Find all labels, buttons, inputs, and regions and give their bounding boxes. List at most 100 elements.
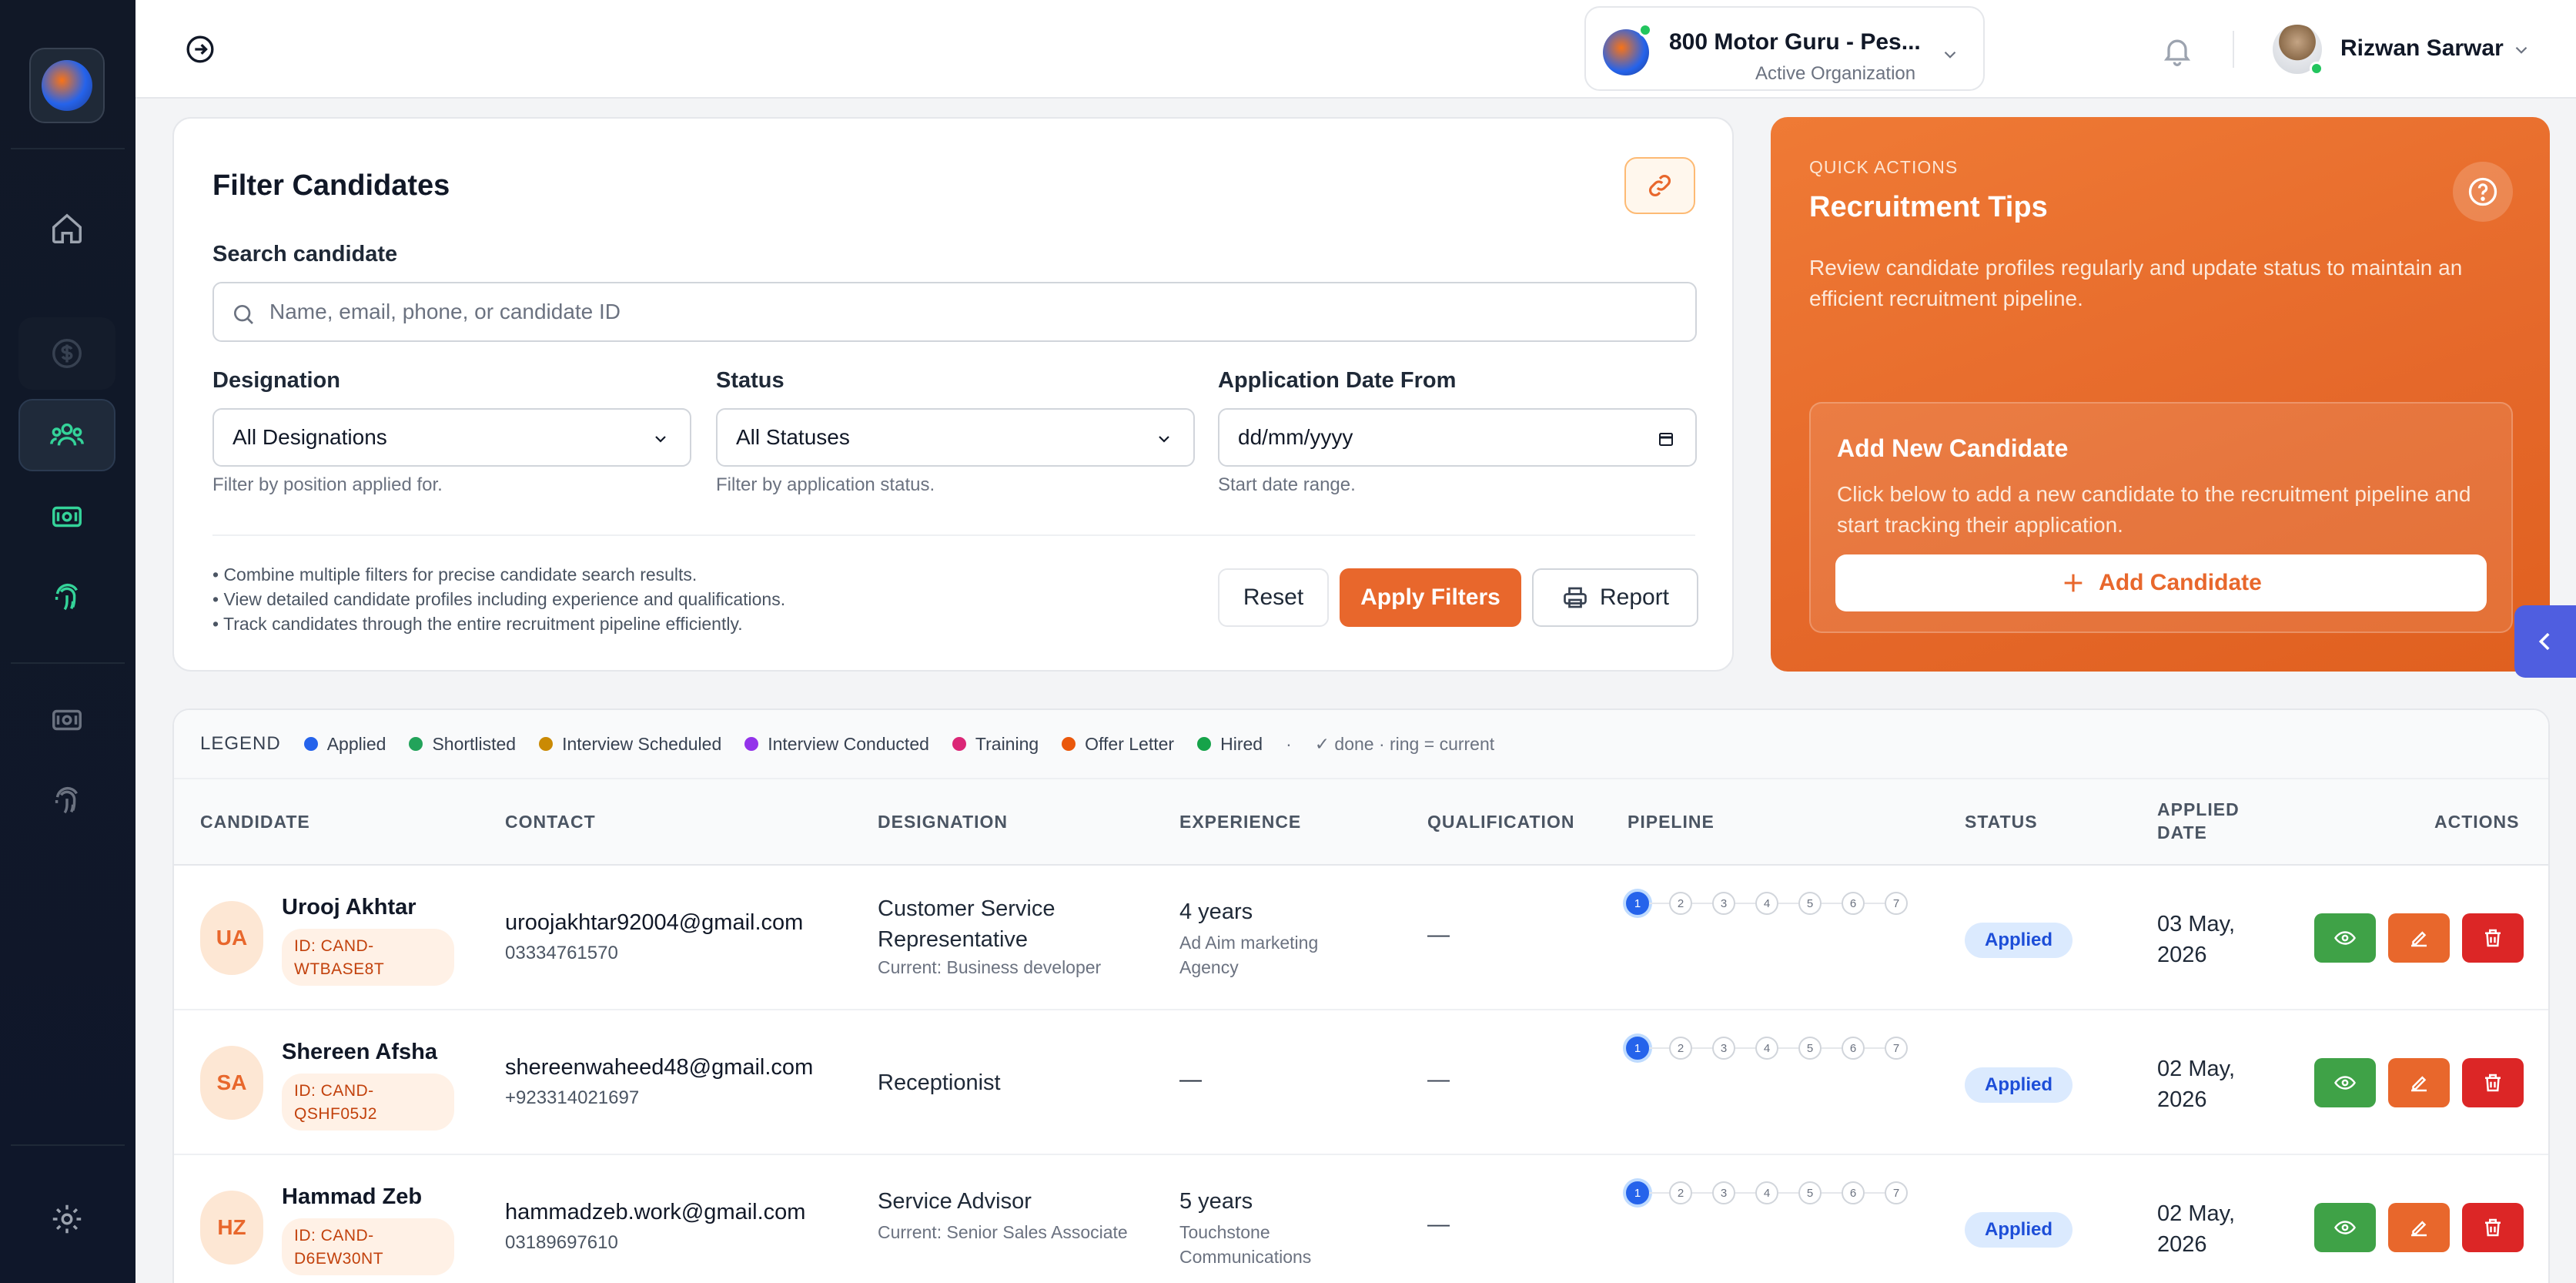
view-button[interactable] (2314, 913, 2376, 963)
apply-filters-button[interactable]: Apply Filters (1340, 568, 1521, 627)
organization-switcher[interactable]: 800 Motor Guru - Pes... Active Organizat… (1584, 6, 1985, 91)
divider (2233, 31, 2234, 68)
candidate-designation: Service Advisor (878, 1189, 1032, 1214)
candidate-id-line: D6EW30NT (294, 1250, 384, 1268)
sidebar-item-attendance-2[interactable] (18, 764, 115, 836)
column-header[interactable]: STATUS (1965, 810, 2038, 833)
experience-years: 4 years (1179, 899, 1253, 924)
report-button[interactable]: Report (1532, 568, 1698, 627)
pipeline-step: 3 (1712, 892, 1735, 915)
pipeline-step: 6 (1842, 1181, 1865, 1204)
delete-button[interactable] (2462, 1203, 2524, 1252)
date-line: 02 May, (2157, 1057, 2236, 1081)
money-icon (52, 709, 82, 731)
view-button[interactable] (2314, 1203, 2376, 1252)
qualification-value: — (1427, 1212, 1450, 1237)
table-row[interactable]: HZ Hammad Zeb ID: CAND- D6EW30NT hammadz… (174, 1155, 2548, 1283)
legend-separator: · (1286, 733, 1292, 754)
sidebar-item-payroll[interactable] (18, 481, 115, 553)
trash-icon (2485, 1218, 2501, 1237)
candidate-name[interactable]: Urooj Akhtar (282, 895, 417, 920)
sidebar-item-candidates[interactable] (18, 399, 115, 471)
applied-date: 03 May, 2026 (2157, 909, 2235, 970)
table-row[interactable]: UA Urooj Akhtar ID: CAND- WTBASE8T urooj… (174, 866, 2548, 1010)
column-header[interactable]: PIPELINE (1628, 810, 1715, 833)
column-header[interactable]: CONTACT (505, 810, 596, 833)
add-candidate-title: Add New Candidate (1837, 434, 2069, 462)
reset-button[interactable]: Reset (1218, 568, 1329, 627)
date-line: 03 May, (2157, 912, 2236, 936)
edit-button[interactable] (2388, 1058, 2450, 1107)
toggle-sidebar-icon[interactable] (185, 34, 216, 65)
column-header[interactable]: APPLIED DATE (2157, 798, 2240, 844)
candidate-id-badge: ID: CAND- QSHF05J2 (282, 1074, 454, 1131)
home-icon (52, 213, 82, 243)
candidate-designation: Receptionist (878, 1070, 1001, 1095)
delete-button[interactable] (2462, 913, 2524, 963)
column-header[interactable]: CANDIDATE (200, 810, 310, 833)
delete-button[interactable] (2462, 1058, 2524, 1107)
status-select[interactable]: All Statuses (716, 408, 1195, 467)
gear-icon (52, 1204, 82, 1234)
org-name: 800 Motor Guru - Pes... (1669, 29, 1921, 55)
column-header[interactable]: DESIGNATION (878, 810, 1008, 833)
experience-company: Ad Aim marketing Agency (1179, 930, 1318, 980)
experience-years: 5 years (1179, 1189, 1253, 1214)
edit-button[interactable] (2388, 913, 2450, 963)
column-header[interactable]: QUALIFICATION (1427, 810, 1574, 833)
pipeline-step: 4 (1755, 1181, 1778, 1204)
sidebar-divider (11, 1144, 125, 1146)
legend-label: Offer Letter (1085, 733, 1175, 754)
bell-icon[interactable] (2160, 34, 2194, 68)
app-logo[interactable] (29, 48, 105, 123)
side-panel-toggle[interactable] (2514, 605, 2576, 678)
chevron-down-icon[interactable] (2511, 40, 2531, 60)
candidate-name[interactable]: Shereen Afsha (282, 1040, 437, 1065)
pipeline-step: 5 (1798, 1037, 1822, 1060)
link-icon (1649, 175, 1671, 196)
column-header[interactable]: EXPERIENCE (1179, 810, 1301, 833)
candidate-id-line: WTBASE8T (294, 960, 385, 978)
add-candidate-label: Add Candidate (2099, 570, 2262, 595)
designation-line: Customer Service (878, 896, 1055, 921)
sidebar-item-home[interactable] (18, 193, 115, 265)
legend-dot (539, 737, 554, 751)
printer-icon (1564, 587, 1587, 608)
share-link-button[interactable] (1624, 157, 1695, 214)
user-name[interactable]: Rizwan Sarwar (2340, 35, 2504, 62)
add-candidate-description: Click below to add a new candidate to th… (1837, 482, 2471, 537)
sidebar-item-attendance[interactable] (18, 561, 115, 633)
candidate-initials: HZ (200, 1191, 263, 1265)
candidate-id-line: ID: CAND- (294, 937, 374, 955)
legend-label: Training (975, 733, 1039, 754)
candidate-id-line: QSHF05J2 (294, 1105, 377, 1123)
sidebar-item-finance[interactable] (18, 317, 115, 390)
date-line: 2026 (2157, 943, 2207, 967)
date-input[interactable]: dd/mm/yyyy (1218, 408, 1697, 467)
pipeline-step: 6 (1842, 1037, 1865, 1060)
legend-item: Hired (1197, 734, 1263, 755)
search-input[interactable] (269, 283, 1686, 340)
search-field[interactable] (212, 282, 1697, 342)
calendar-icon[interactable] (1657, 430, 1675, 448)
help-button[interactable] (2453, 162, 2513, 222)
designation-line: Representative (878, 927, 1029, 952)
quick-actions-eyebrow: QUICK ACTIONS (1809, 157, 1959, 177)
online-indicator (2310, 62, 2323, 75)
designation-select[interactable]: All Designations (212, 408, 691, 467)
legend-label: Interview Scheduled (562, 733, 722, 754)
candidate-name[interactable]: Hammad Zeb (282, 1184, 422, 1210)
pipeline-step: 2 (1669, 1181, 1692, 1204)
column-header: ACTIONS (2434, 812, 2520, 832)
add-candidate-button[interactable]: Add Candidate (1835, 554, 2487, 611)
sidebar-item-payroll-2[interactable] (18, 684, 115, 756)
pipeline-legend: LEGEND Applied Shortlisted Interview Sch… (174, 710, 2548, 779)
pipeline-step: 7 (1885, 892, 1908, 915)
company-line: Agency (1179, 957, 1239, 977)
view-button[interactable] (2314, 1058, 2376, 1107)
edit-button[interactable] (2388, 1203, 2450, 1252)
date-line: 2026 (2157, 1087, 2207, 1112)
candidate-phone: +923314021697 (505, 1087, 640, 1108)
sidebar-item-settings[interactable] (18, 1183, 115, 1255)
table-row[interactable]: SA Shereen Afsha ID: CAND- QSHF05J2 sher… (174, 1010, 2548, 1155)
